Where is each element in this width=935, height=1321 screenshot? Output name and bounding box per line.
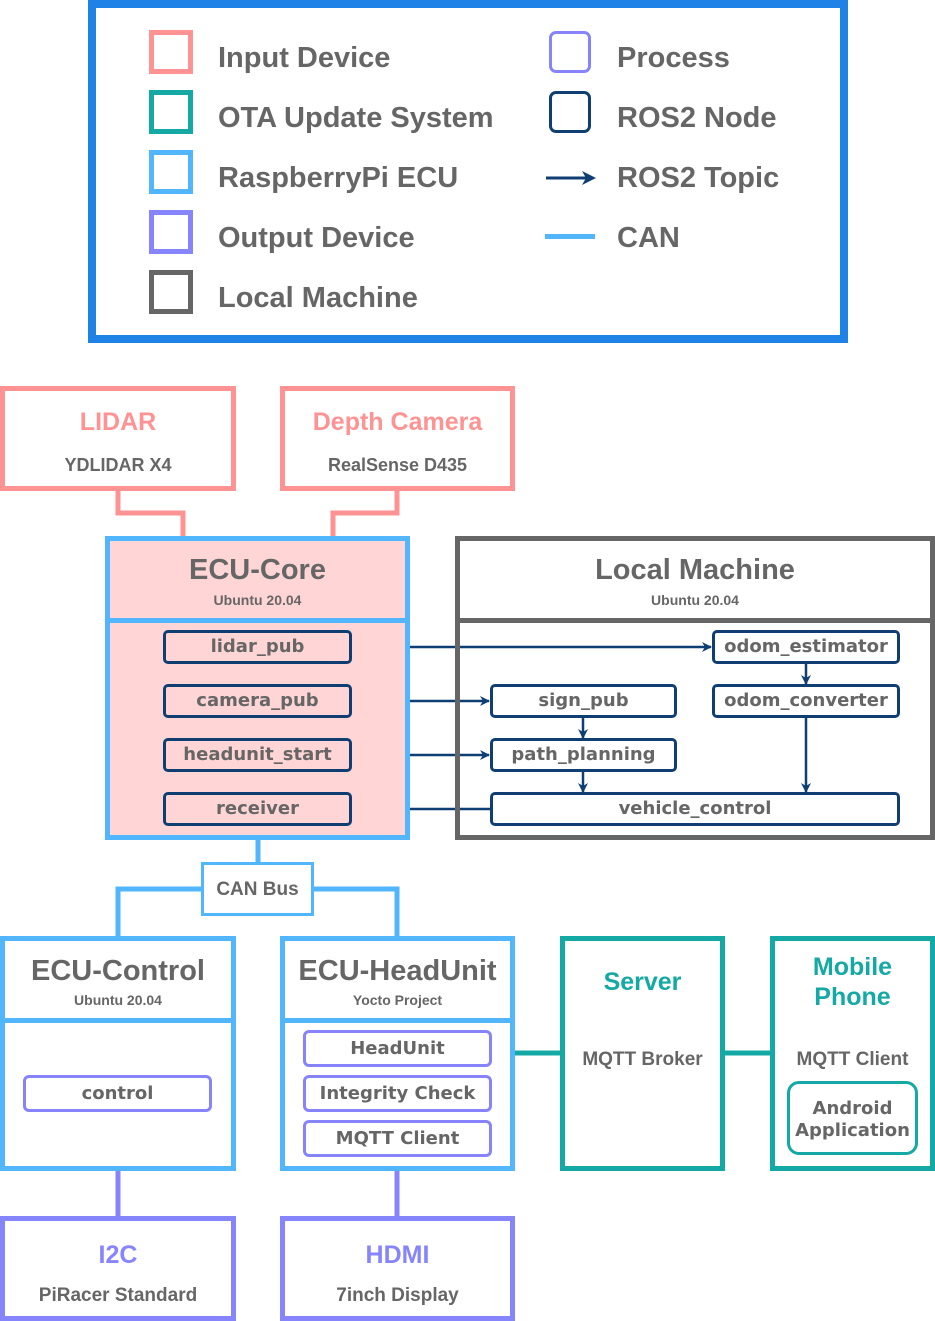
depth-camera-box: Depth Camera RealSense D435 [280,386,515,491]
ecu-headunit-divider [285,1018,510,1023]
process-mqtt-client[interactable]: MQTT Client [303,1120,492,1157]
ecu-core-os: Ubuntu 20.04 [213,592,302,608]
ecu-control-title: ECU-Control [31,955,205,987]
server-title: Server [603,968,682,996]
node-label: headunit_start [183,744,332,765]
local-machine-os: Ubuntu 20.04 [651,592,739,608]
server-subtitle: MQTT Broker [582,1049,703,1070]
i2c-title: I2C [98,1241,138,1269]
mobile-title-line1: Mobile [812,953,893,981]
node-label: odom_converter [724,690,888,711]
ros-node-sign-pub[interactable]: sign_pub [490,684,677,718]
ecu-core-divider [110,618,405,623]
server-box: Server MQTT Broker [560,936,725,1171]
process-headunit[interactable]: HeadUnit [303,1030,492,1067]
ecu-core-title: ECU-Core [189,554,326,586]
node-label: path_planning [511,744,656,765]
ros-node-vehicle-control[interactable]: vehicle_control [490,792,900,826]
hdmi-title: HDMI [365,1241,430,1269]
ecu-headunit-os: Yocto Project [352,992,443,1008]
can-bus-box: CAN Bus [201,862,314,916]
mobile-subtitle: MQTT Client [796,1049,909,1070]
camera-title: Depth Camera [312,408,483,436]
camera-connector [330,488,400,538]
ecu-headunit-title: ECU-HeadUnit [298,955,497,987]
android-app-line1: Android [812,1098,893,1119]
node-label: camera_pub [196,690,319,711]
local-machine-divider [460,618,930,623]
local-machine-title: Local Machine [595,554,795,586]
lidar-title: LIDAR [79,408,157,436]
lidar-connector [115,488,186,538]
camera-subtitle: RealSense D435 [327,455,468,475]
lidar-subtitle: YDLIDAR X4 [64,455,172,475]
android-app-box[interactable]: Android Application [787,1081,918,1155]
lidar-box: LIDAR YDLIDAR X4 [0,386,236,491]
ecu-control-box: ECU-Control Ubuntu 20.04 [0,936,236,1171]
hdmi-box: HDMI 7inch Display [280,1216,515,1321]
process-label: HeadUnit [350,1038,445,1059]
node-label: odom_estimator [724,636,888,657]
ros-node-odom-converter[interactable]: odom_converter [712,684,900,718]
hdmi-subtitle: 7inch Display [336,1285,459,1306]
i2c-subtitle: PiRacer Standard [38,1285,198,1306]
android-app-line2: Application [795,1120,910,1141]
ecu-control-divider [5,1018,231,1023]
process-label: MQTT Client [335,1128,460,1149]
ros-node-lidar-pub[interactable]: lidar_pub [163,630,352,664]
process-integrity-check[interactable]: Integrity Check [303,1075,492,1112]
can-control-line [115,886,203,938]
mobile-title-line2: Phone [814,983,891,1011]
ros-node-headunit-start[interactable]: headunit_start [163,738,352,772]
node-label: receiver [216,798,299,819]
can-bus-label: CAN Bus [216,879,299,900]
ros-node-receiver[interactable]: receiver [163,792,352,826]
process-label: Integrity Check [319,1083,476,1104]
i2c-box: I2C PiRacer Standard [0,1216,236,1321]
node-label: sign_pub [538,690,629,711]
node-label: vehicle_control [618,798,772,819]
process-label: control [81,1083,154,1104]
ros-node-camera-pub[interactable]: camera_pub [163,684,352,718]
ecu-control-os: Ubuntu 20.04 [74,992,162,1008]
process-control[interactable]: control [23,1075,212,1112]
can-headunit-line [312,886,400,938]
ros-node-odom-estimator[interactable]: odom_estimator [712,630,900,664]
ros-node-path-planning[interactable]: path_planning [490,738,677,772]
node-label: lidar_pub [210,636,305,657]
